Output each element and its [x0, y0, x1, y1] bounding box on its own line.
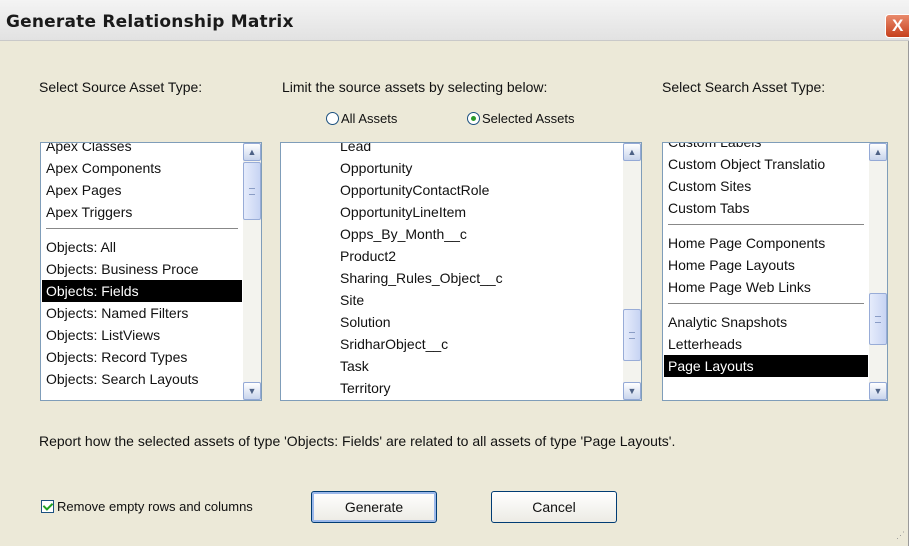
list-item[interactable]: Sharing_Rules_Object__c: [336, 267, 622, 289]
list-item[interactable]: Apex Components: [42, 157, 242, 179]
list-item[interactable]: Custom Tabs: [664, 197, 868, 219]
list-item[interactable]: Custom Labels: [664, 143, 868, 153]
search-list-scrollbar[interactable]: ▲ ▼: [869, 143, 887, 400]
list-item[interactable]: Apex Classes: [42, 143, 242, 157]
radio-selected-assets[interactable]: Selected Assets: [467, 111, 575, 126]
list-item[interactable]: OpportunityContactRole: [336, 179, 622, 201]
remove-empty-checkbox[interactable]: Remove empty rows and columns: [41, 499, 253, 514]
radio-dot-selected-icon: [467, 112, 480, 125]
list-item[interactable]: Home Page Components: [664, 232, 868, 254]
list-item[interactable]: Solution: [336, 311, 622, 333]
window-title: Generate Relationship Matrix: [6, 12, 294, 32]
source-asset-type-list[interactable]: Apex Classes Apex Components Apex Pages …: [40, 142, 262, 401]
scroll-thumb[interactable]: [869, 293, 887, 345]
list-item[interactable]: Home Page Layouts: [664, 254, 868, 276]
list-item[interactable]: Site: [336, 289, 622, 311]
list-item[interactable]: Apex Triggers: [42, 201, 242, 223]
limit-assets-label: Limit the source assets by selecting bel…: [282, 79, 548, 95]
list-item-selected[interactable]: Objects: Fields: [42, 280, 242, 302]
generate-button[interactable]: Generate: [311, 491, 437, 523]
search-list-items: Custom Labels Custom Object Translatio C…: [664, 143, 868, 377]
list-item[interactable]: Apex Pages: [42, 179, 242, 201]
resize-grip-icon[interactable]: ⋰: [896, 530, 905, 541]
list-item[interactable]: Letterheads: [664, 333, 868, 355]
list-item[interactable]: Objects: Record Types: [42, 346, 242, 368]
list-item[interactable]: Task: [336, 355, 622, 377]
list-item[interactable]: Opportunity: [336, 157, 622, 179]
list-item[interactable]: Custom Object Translatio: [664, 153, 868, 175]
radio-all-assets-label: All Assets: [341, 111, 398, 126]
list-separator: [664, 219, 868, 232]
list-item[interactable]: Opps_By_Month__c: [336, 223, 622, 245]
list-item[interactable]: OpportunityLineItem: [336, 201, 622, 223]
list-item[interactable]: Objects: Search Layouts: [42, 368, 242, 390]
title-bar: Generate Relationship Matrix X: [0, 0, 909, 41]
remove-empty-label: Remove empty rows and columns: [57, 499, 253, 514]
list-item[interactable]: Territory: [336, 377, 622, 399]
scroll-up-icon[interactable]: ▲: [623, 143, 641, 161]
list-item[interactable]: Objects: All: [42, 236, 242, 258]
list-separator: [664, 298, 868, 311]
list-item-selected[interactable]: Page Layouts: [664, 355, 868, 377]
dialog-window: Generate Relationship Matrix X Select So…: [0, 0, 909, 546]
radio-selected-assets-label: Selected Assets: [482, 111, 575, 126]
scroll-down-icon[interactable]: ▼: [869, 382, 887, 400]
checkbox-checked-icon: [41, 500, 54, 513]
list-item[interactable]: Objects: Business Proce: [42, 258, 242, 280]
list-item[interactable]: Lead: [336, 143, 622, 157]
scroll-up-icon[interactable]: ▲: [869, 143, 887, 161]
source-list-items: Apex Classes Apex Components Apex Pages …: [42, 143, 242, 390]
scroll-down-icon[interactable]: ▼: [623, 382, 641, 400]
assets-list-items: Lead Opportunity OpportunityContactRole …: [336, 143, 622, 399]
cancel-button[interactable]: Cancel: [491, 491, 617, 523]
source-type-label: Select Source Asset Type:: [39, 79, 203, 95]
list-separator: [42, 223, 242, 236]
list-item[interactable]: Home Page Web Links: [664, 276, 868, 298]
radio-dot-icon: [326, 112, 339, 125]
list-item[interactable]: Objects: Named Filters: [42, 302, 242, 324]
search-asset-type-list[interactable]: Custom Labels Custom Object Translatio C…: [662, 142, 888, 401]
search-type-label: Select Search Asset Type:: [662, 79, 826, 95]
scroll-down-icon[interactable]: ▼: [243, 382, 261, 400]
radio-all-assets[interactable]: All Assets: [326, 111, 397, 126]
list-item[interactable]: Custom Sites: [664, 175, 868, 197]
list-item[interactable]: Objects: ListViews: [42, 324, 242, 346]
list-item[interactable]: Analytic Snapshots: [664, 311, 868, 333]
close-button[interactable]: X: [885, 14, 909, 38]
source-assets-list[interactable]: Lead Opportunity OpportunityContactRole …: [280, 142, 642, 401]
source-list-scrollbar[interactable]: ▲ ▼: [243, 143, 261, 400]
report-description: Report how the selected assets of type '…: [39, 433, 676, 449]
list-item[interactable]: Product2: [336, 245, 622, 267]
scroll-up-icon[interactable]: ▲: [243, 143, 261, 161]
assets-list-scrollbar[interactable]: ▲ ▼: [623, 143, 641, 400]
scroll-thumb[interactable]: [243, 162, 261, 220]
list-item[interactable]: SridharObject__c: [336, 333, 622, 355]
scroll-thumb[interactable]: [623, 309, 641, 361]
